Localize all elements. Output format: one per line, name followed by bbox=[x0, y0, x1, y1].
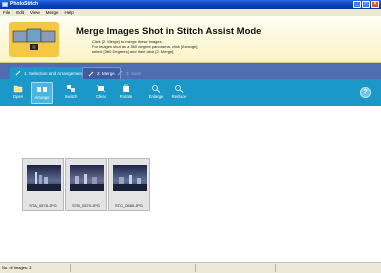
mode-tabs: 1. Selection and Arrangement 2. Merge 3.… bbox=[0, 63, 381, 79]
image-filename: STA_0578.JPG bbox=[29, 203, 57, 208]
tool-label: Enlarge bbox=[148, 94, 164, 99]
status-separator bbox=[70, 264, 71, 272]
image-list-area: STA_0578.JPG STB_0579.JPG STC_0580.JPG bbox=[0, 106, 381, 262]
photo-image bbox=[113, 165, 147, 191]
menu-edit[interactable]: Edit bbox=[13, 9, 27, 16]
image-thumbnail[interactable]: STA_0578.JPG bbox=[22, 158, 64, 211]
image-thumbnail[interactable]: STC_0580.JPG bbox=[108, 158, 150, 211]
title-bar: PhotoStitch _ □ × bbox=[0, 0, 381, 9]
instruction-banner: Merge Images Shot in Stitch Assist Mode … bbox=[0, 16, 381, 63]
tool-label: Open bbox=[12, 94, 24, 99]
image-filename: STB_0579.JPG bbox=[72, 203, 100, 208]
minimize-button[interactable]: _ bbox=[353, 1, 361, 8]
maximize-button[interactable]: □ bbox=[362, 1, 370, 8]
tab-save[interactable]: 3. Save bbox=[112, 67, 146, 79]
tool-label: Arrange bbox=[34, 95, 50, 100]
help-button[interactable]: ? bbox=[360, 87, 371, 98]
menu-help[interactable]: Help bbox=[61, 9, 76, 16]
tool-label: Clear bbox=[95, 94, 107, 99]
toolbar: Open Arrange Switch Clear Rotate Enlarge bbox=[0, 79, 381, 106]
rotate-icon bbox=[123, 84, 129, 92]
open-icon bbox=[13, 85, 23, 93]
switch-icon bbox=[67, 85, 75, 92]
tool-label: Reduce bbox=[171, 94, 187, 99]
photo-image bbox=[70, 165, 104, 191]
pencil-icon bbox=[15, 70, 21, 76]
clear-button[interactable]: Clear bbox=[90, 82, 112, 104]
reduce-icon bbox=[175, 85, 184, 93]
menu-view[interactable]: View bbox=[27, 9, 43, 16]
photostitch-window: PhotoStitch _ □ × File Edit View Merge H… bbox=[0, 0, 381, 273]
arrange-button[interactable]: Arrange bbox=[31, 82, 53, 104]
pencil-icon bbox=[117, 70, 123, 76]
arrange-icon bbox=[37, 87, 47, 92]
menu-file[interactable]: File bbox=[0, 9, 13, 16]
app-icon bbox=[2, 2, 8, 7]
status-separator bbox=[275, 264, 276, 272]
enlarge-button[interactable]: Enlarge bbox=[145, 82, 167, 104]
rotate-button[interactable]: Rotate bbox=[115, 82, 137, 104]
tool-label: Switch bbox=[64, 94, 78, 99]
tab-label: 3. Save bbox=[126, 70, 142, 76]
photo-image bbox=[27, 165, 61, 191]
banner-line: select [360 Degrees] and then click [2. … bbox=[92, 49, 175, 54]
tool-label: Rotate bbox=[119, 94, 133, 99]
window-title: PhotoStitch bbox=[10, 1, 39, 7]
reduce-button[interactable]: Reduce bbox=[168, 82, 190, 104]
tab-selection-arrangement[interactable]: 1. Selection and Arrangement bbox=[10, 67, 89, 79]
banner-description: Click [2. Merge] to merge these images. … bbox=[92, 39, 199, 54]
switch-button[interactable]: Switch bbox=[60, 82, 82, 104]
enlarge-icon bbox=[152, 85, 161, 93]
stitch-assist-icon bbox=[9, 22, 59, 57]
menu-bar: File Edit View Merge Help bbox=[0, 9, 381, 16]
banner-heading: Merge Images Shot in Stitch Assist Mode bbox=[76, 26, 262, 37]
pencil-icon bbox=[88, 71, 94, 76]
clear-icon bbox=[96, 84, 106, 93]
open-button[interactable]: Open bbox=[7, 82, 29, 104]
image-filename: STC_0580.JPG bbox=[114, 203, 143, 208]
status-bar: No. of Images: 3 bbox=[0, 262, 381, 273]
image-count: No. of Images: 3 bbox=[2, 265, 32, 270]
close-button[interactable]: × bbox=[371, 1, 379, 8]
image-thumbnail[interactable]: STB_0579.JPG bbox=[65, 158, 107, 211]
menu-merge[interactable]: Merge bbox=[43, 9, 62, 16]
tab-label: 1. Selection and Arrangement bbox=[24, 70, 84, 76]
status-separator bbox=[195, 264, 196, 272]
